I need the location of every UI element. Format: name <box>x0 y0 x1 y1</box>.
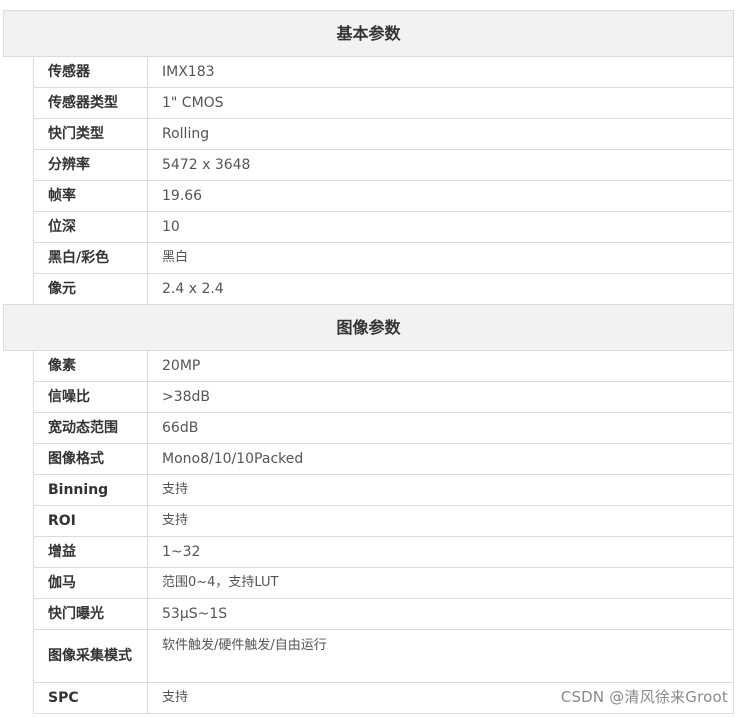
param-value: 1~32 <box>147 536 734 568</box>
table-row: 伽马 范围0~4，支持LUT <box>4 567 734 599</box>
table-row: 像元 2.4 x 2.4 <box>4 273 734 305</box>
param-name: ROI <box>33 505 148 537</box>
param-value: 53μS~1S <box>147 598 734 630</box>
param-value: 2.4 x 2.4 <box>147 273 734 305</box>
table-row: 传感器 IMX183 <box>3 56 734 305</box>
table-row: 信噪比 >38dB <box>4 381 734 413</box>
table-row: 黑白/彩色 黑白 <box>4 242 734 274</box>
param-value: 范围0~4，支持LUT <box>147 567 734 599</box>
param-value: 软件触发/硬件触发/自由运行 <box>147 629 734 683</box>
table-row: 帧率 19.66 <box>4 180 734 212</box>
param-name: 增益 <box>33 536 148 568</box>
param-value: 66dB <box>147 412 734 444</box>
param-value: 19.66 <box>147 180 734 212</box>
watermark: CSDN @清风徐来Groot <box>560 688 728 706</box>
param-name: 帧率 <box>33 180 148 212</box>
param-value: 1" CMOS <box>147 87 734 119</box>
param-value: 支持 <box>147 474 734 506</box>
row-indent <box>3 350 34 714</box>
param-name: 像元 <box>33 273 148 305</box>
table-row: 快门曝光 53μS~1S <box>4 598 734 630</box>
param-name: 信噪比 <box>33 381 148 413</box>
param-name: 宽动态范围 <box>33 412 148 444</box>
table-row: 图像采集模式 软件触发/硬件触发/自由运行 <box>4 629 734 683</box>
section-header-basic: 基本参数 <box>3 10 734 57</box>
param-name: 快门曝光 <box>33 598 148 630</box>
table-row: 分辨率 5472 x 3648 <box>4 149 734 181</box>
section-header-image: 图像参数 <box>3 304 734 351</box>
table-row: 宽动态范围 66dB <box>4 412 734 444</box>
param-name: 图像采集模式 <box>33 629 148 683</box>
param-value: 支持 <box>147 505 734 537</box>
param-value: Mono8/10/10Packed <box>147 443 734 475</box>
param-name: SPC <box>33 682 148 714</box>
param-value: IMX183 <box>147 56 734 88</box>
table-row: Binning 支持 <box>4 474 734 506</box>
param-name: 分辨率 <box>33 149 148 181</box>
table-row: 快门类型 Rolling <box>4 118 734 150</box>
table-row: 图像格式 Mono8/10/10Packed <box>4 443 734 475</box>
param-value: 黑白 <box>147 242 734 274</box>
section-title: 图像参数 <box>3 304 734 351</box>
param-name: 快门类型 <box>33 118 148 150</box>
param-name: 传感器 <box>33 56 148 88</box>
param-name: 伽马 <box>33 567 148 599</box>
table-row: 位深 10 <box>4 211 734 243</box>
param-value: 20MP <box>147 350 734 382</box>
spec-table: 基本参数 传感器 IMX183 传感器类型 1" CMOS 快门类型 Rolli… <box>3 10 734 714</box>
param-name: 位深 <box>33 211 148 243</box>
param-value: 10 <box>147 211 734 243</box>
table-row: 传感器类型 1" CMOS <box>4 87 734 119</box>
param-name: 传感器类型 <box>33 87 148 119</box>
section-title: 基本参数 <box>3 10 734 57</box>
param-name: 图像格式 <box>33 443 148 475</box>
table-row: 像素 20MP <box>3 350 734 714</box>
param-name: 黑白/彩色 <box>33 242 148 274</box>
param-value: >38dB <box>147 381 734 413</box>
row-indent <box>3 56 34 305</box>
param-name: 像素 <box>33 350 148 382</box>
table-row: 增益 1~32 <box>4 536 734 568</box>
param-value: Rolling <box>147 118 734 150</box>
table-row: ROI 支持 <box>4 505 734 537</box>
param-value: 5472 x 3648 <box>147 149 734 181</box>
param-name: Binning <box>33 474 148 506</box>
